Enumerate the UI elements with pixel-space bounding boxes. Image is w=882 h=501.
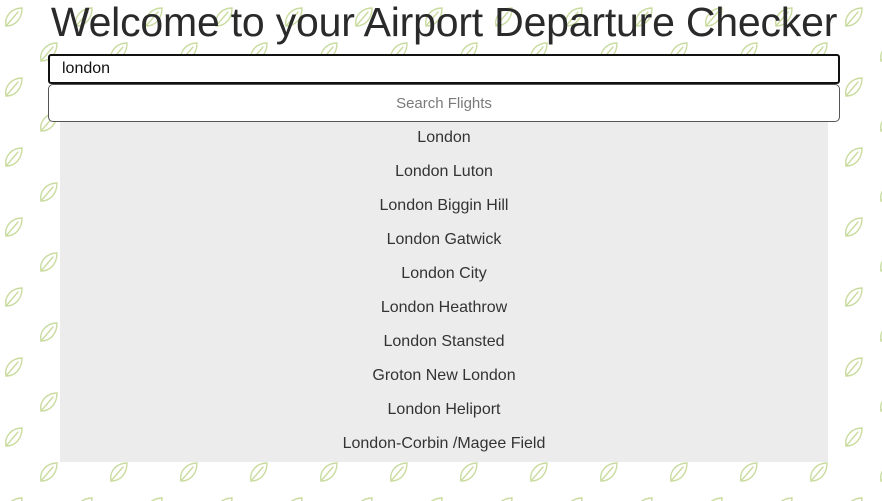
suggestion-item[interactable]: London City [60,257,828,291]
suggestion-item[interactable]: London Luton [60,155,828,189]
suggestion-item[interactable]: London-Corbin /Magee Field [60,427,828,461]
page-title: Welcome to your Airport Departure Checke… [50,0,838,45]
suggestion-item[interactable]: London Heliport [60,393,828,427]
suggestion-item[interactable]: London Gatwick [60,223,828,257]
suggestion-item[interactable]: Groton New London [60,359,828,393]
suggestion-item[interactable]: London Heathrow [60,291,828,325]
suggestion-item[interactable]: London Stansted [60,325,828,359]
search-flights-button[interactable]: Search Flights [48,84,840,122]
airport-suggestions-list: London London Luton London Biggin Hill L… [60,121,828,462]
suggestion-item[interactable]: London [60,121,828,155]
suggestion-item[interactable]: London Biggin Hill [60,189,828,223]
airport-search-input[interactable] [48,54,840,84]
